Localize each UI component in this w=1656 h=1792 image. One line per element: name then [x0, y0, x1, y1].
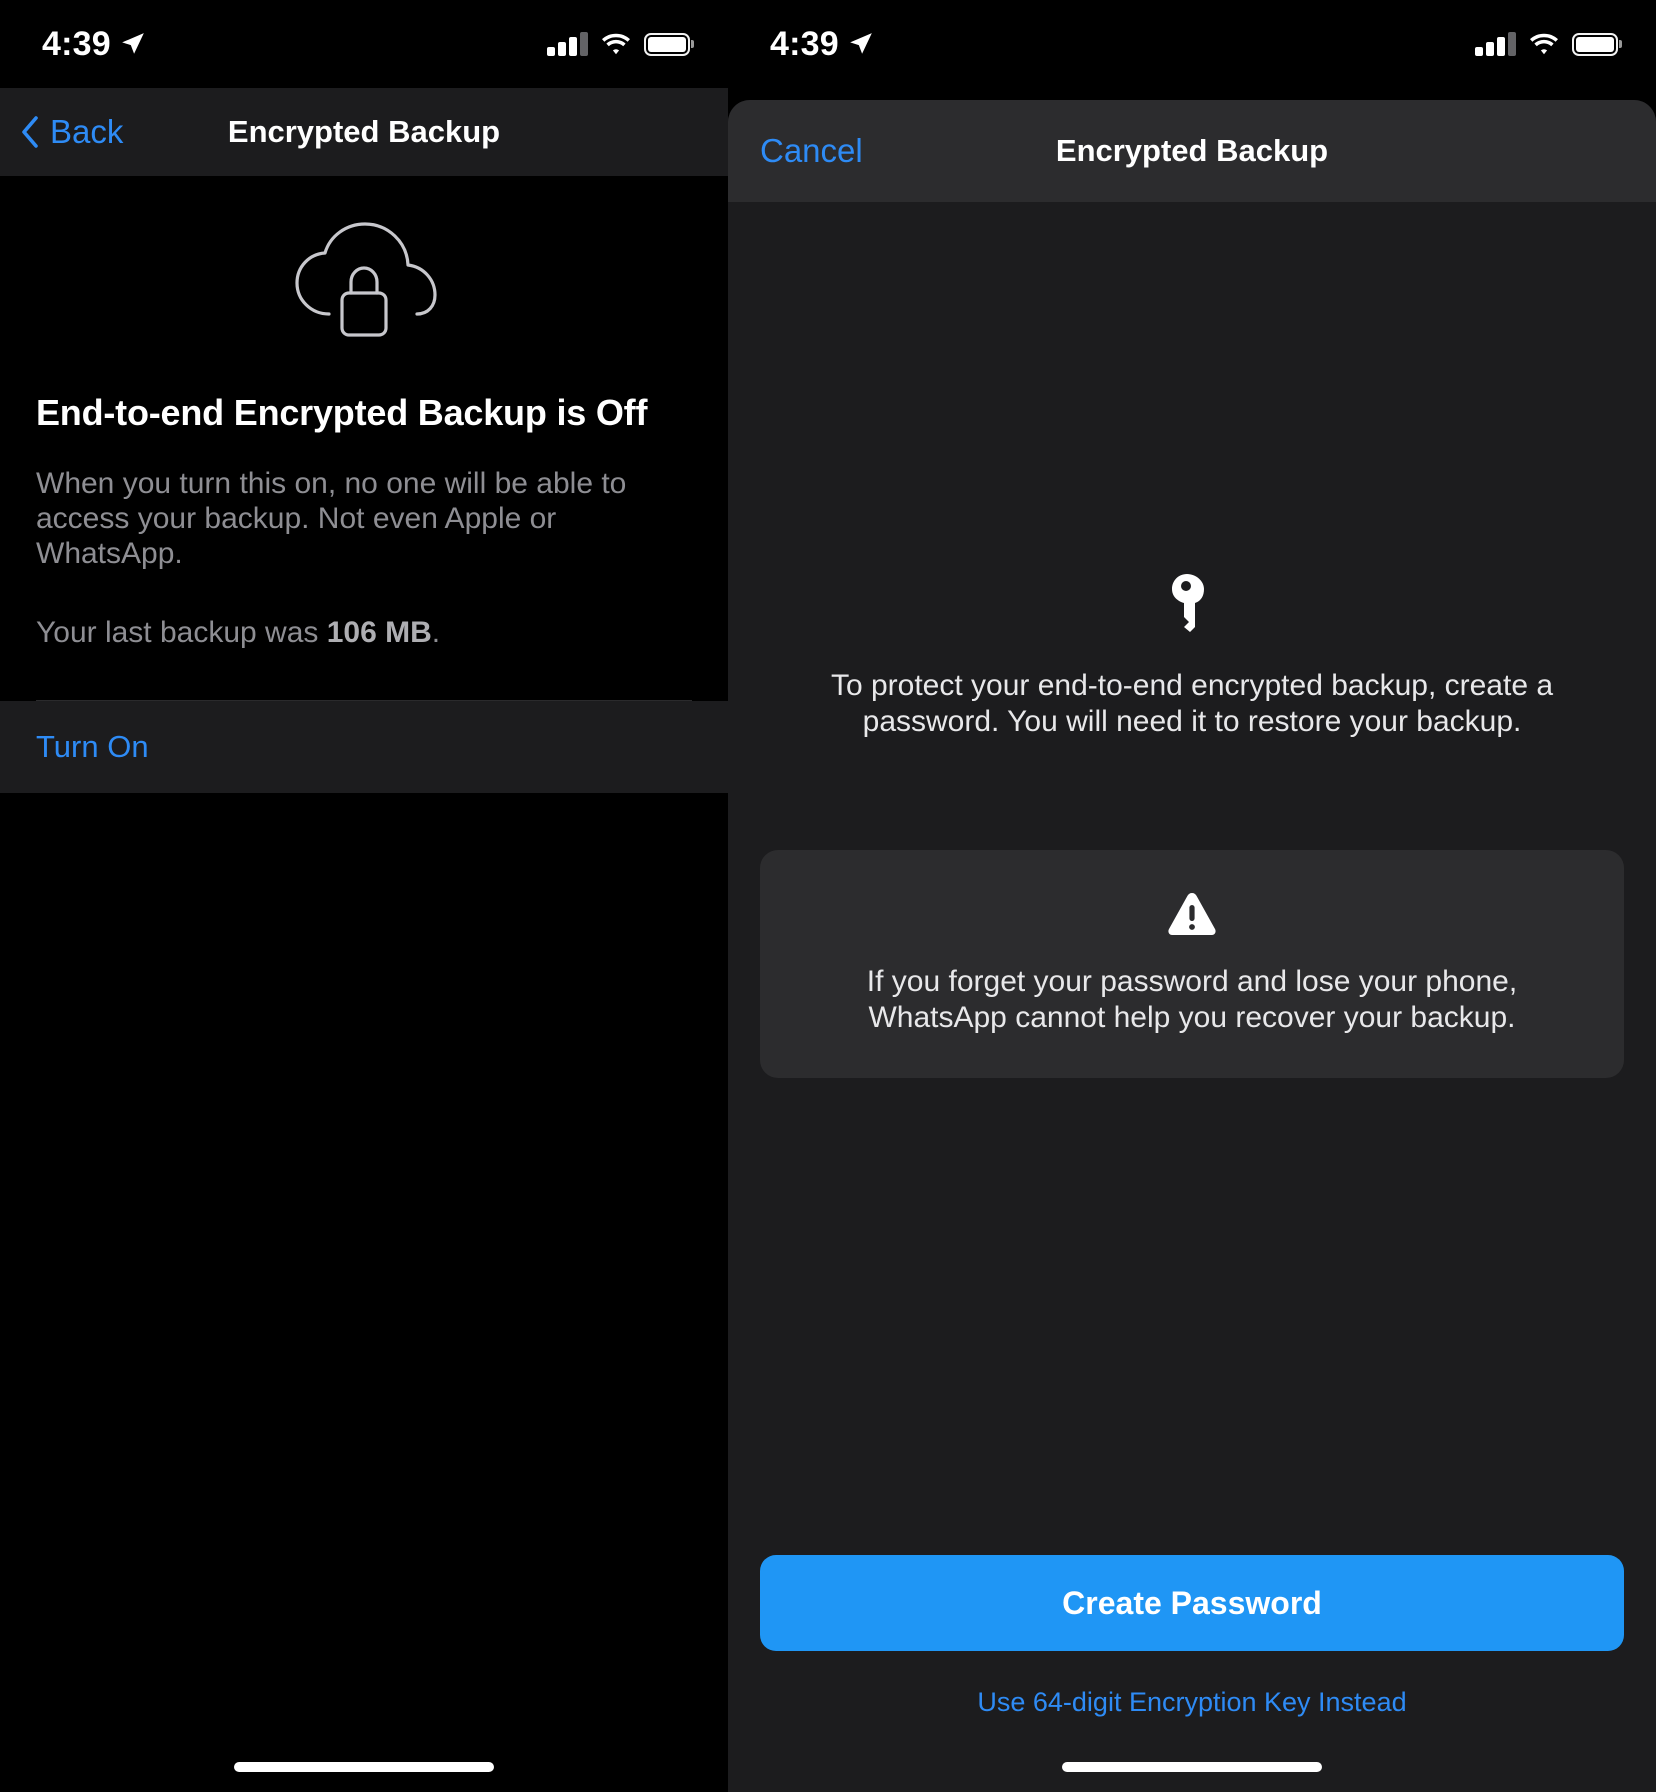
chevron-left-icon — [22, 116, 38, 148]
use-encryption-key-link[interactable]: Use 64-digit Encryption Key Instead — [760, 1687, 1624, 1718]
turn-on-label: Turn On — [36, 729, 149, 765]
status-time: 4:39 — [42, 24, 111, 63]
cellular-signal-icon — [547, 32, 588, 56]
battery-icon — [1572, 32, 1618, 56]
key-icon — [1172, 574, 1204, 632]
modal-sheet: Cancel Encrypted Backup To protect your … — [728, 100, 1656, 1792]
dual-screenshot-container: 4:39 Back Encrypted Backup End-to-end En… — [0, 0, 1656, 1792]
sheet-title: Encrypted Backup — [1055, 133, 1329, 168]
wifi-icon — [602, 33, 630, 55]
warning-icon-wrapper — [802, 890, 1582, 938]
status-time: 4:39 — [770, 24, 839, 63]
hero-icon-wrapper — [36, 176, 692, 392]
cloud-lock-icon — [295, 222, 437, 337]
cellular-signal-icon — [1475, 32, 1516, 56]
last-backup-prefix: Your last backup was — [36, 616, 327, 650]
battery-icon — [644, 32, 690, 56]
warning-card: If you forget your password and lose you… — [760, 850, 1624, 1078]
cancel-button[interactable]: Cancel — [728, 132, 863, 170]
left-headline: End-to-end Encrypted Backup is Off — [36, 392, 648, 433]
status-bar-left: 4:39 — [42, 25, 146, 64]
warning-text: If you forget your password and lose you… — [866, 965, 1518, 1034]
sheet-content: To protect your end-to-end encrypted bac… — [728, 202, 1656, 1792]
last-backup-size: 106 MB — [326, 616, 432, 650]
right-status-bar: 4:39 — [728, 0, 1656, 88]
create-password-button[interactable]: Create Password — [760, 1555, 1624, 1651]
intro-description: To protect your end-to-end encrypted bac… — [830, 669, 1554, 738]
left-empty-area — [0, 793, 728, 1792]
location-arrow-icon — [850, 33, 872, 54]
wifi-icon — [1530, 33, 1558, 55]
right-screen-create-password-sheet: 4:39 Cancel Encrypted Backup To protect … — [728, 0, 1656, 1792]
left-home-indicator[interactable] — [234, 1762, 494, 1772]
left-screen-encrypted-backup-settings: 4:39 Back Encrypted Backup End-to-end En… — [0, 0, 728, 1792]
location-arrow-icon — [122, 33, 144, 54]
last-backup-line: Your last backup was 106 MB. — [36, 615, 676, 650]
status-bar-left: 4:39 — [770, 25, 874, 64]
right-home-indicator[interactable] — [1062, 1762, 1322, 1772]
left-status-bar: 4:39 — [0, 0, 728, 88]
sheet-footer: Create Password Use 64-digit Encryption … — [760, 1555, 1624, 1792]
status-bar-right — [1475, 32, 1618, 56]
sheet-navigation-bar: Cancel Encrypted Backup — [728, 100, 1656, 202]
turn-on-row[interactable]: Turn On — [0, 701, 728, 794]
back-button-label: Back — [50, 113, 124, 150]
left-content: End-to-end Encrypted Backup is Off When … — [0, 176, 728, 702]
last-backup-suffix: . — [431, 616, 441, 650]
left-navigation-bar: Back Encrypted Backup — [0, 88, 728, 176]
back-button[interactable]: Back — [0, 113, 123, 151]
key-icon-wrapper — [760, 572, 1624, 634]
status-bar-right — [547, 32, 690, 56]
left-description: When you turn this on, no one will be ab… — [36, 467, 627, 571]
warning-triangle-icon — [1168, 893, 1216, 935]
